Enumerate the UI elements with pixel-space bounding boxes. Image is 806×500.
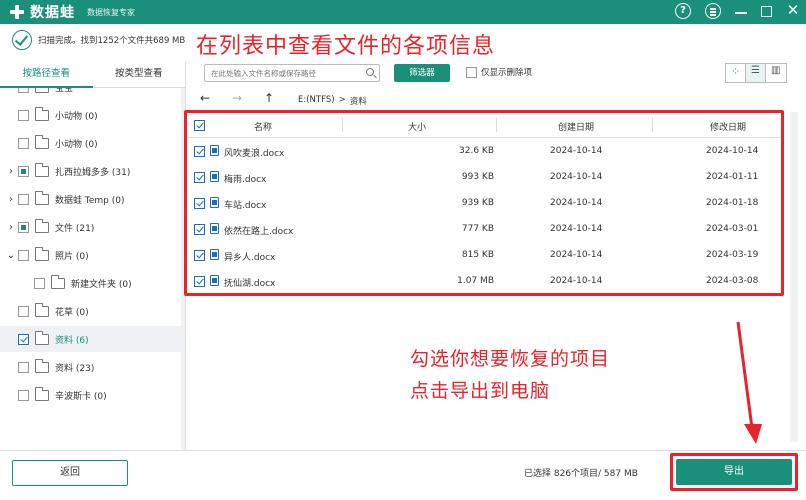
selected-summary: 已选择 826个项目/ 587 MB [524,469,638,479]
annotation-arrow [736,321,762,444]
annotation-box-export [670,453,798,491]
back-button[interactable]: 返回 [12,460,128,486]
